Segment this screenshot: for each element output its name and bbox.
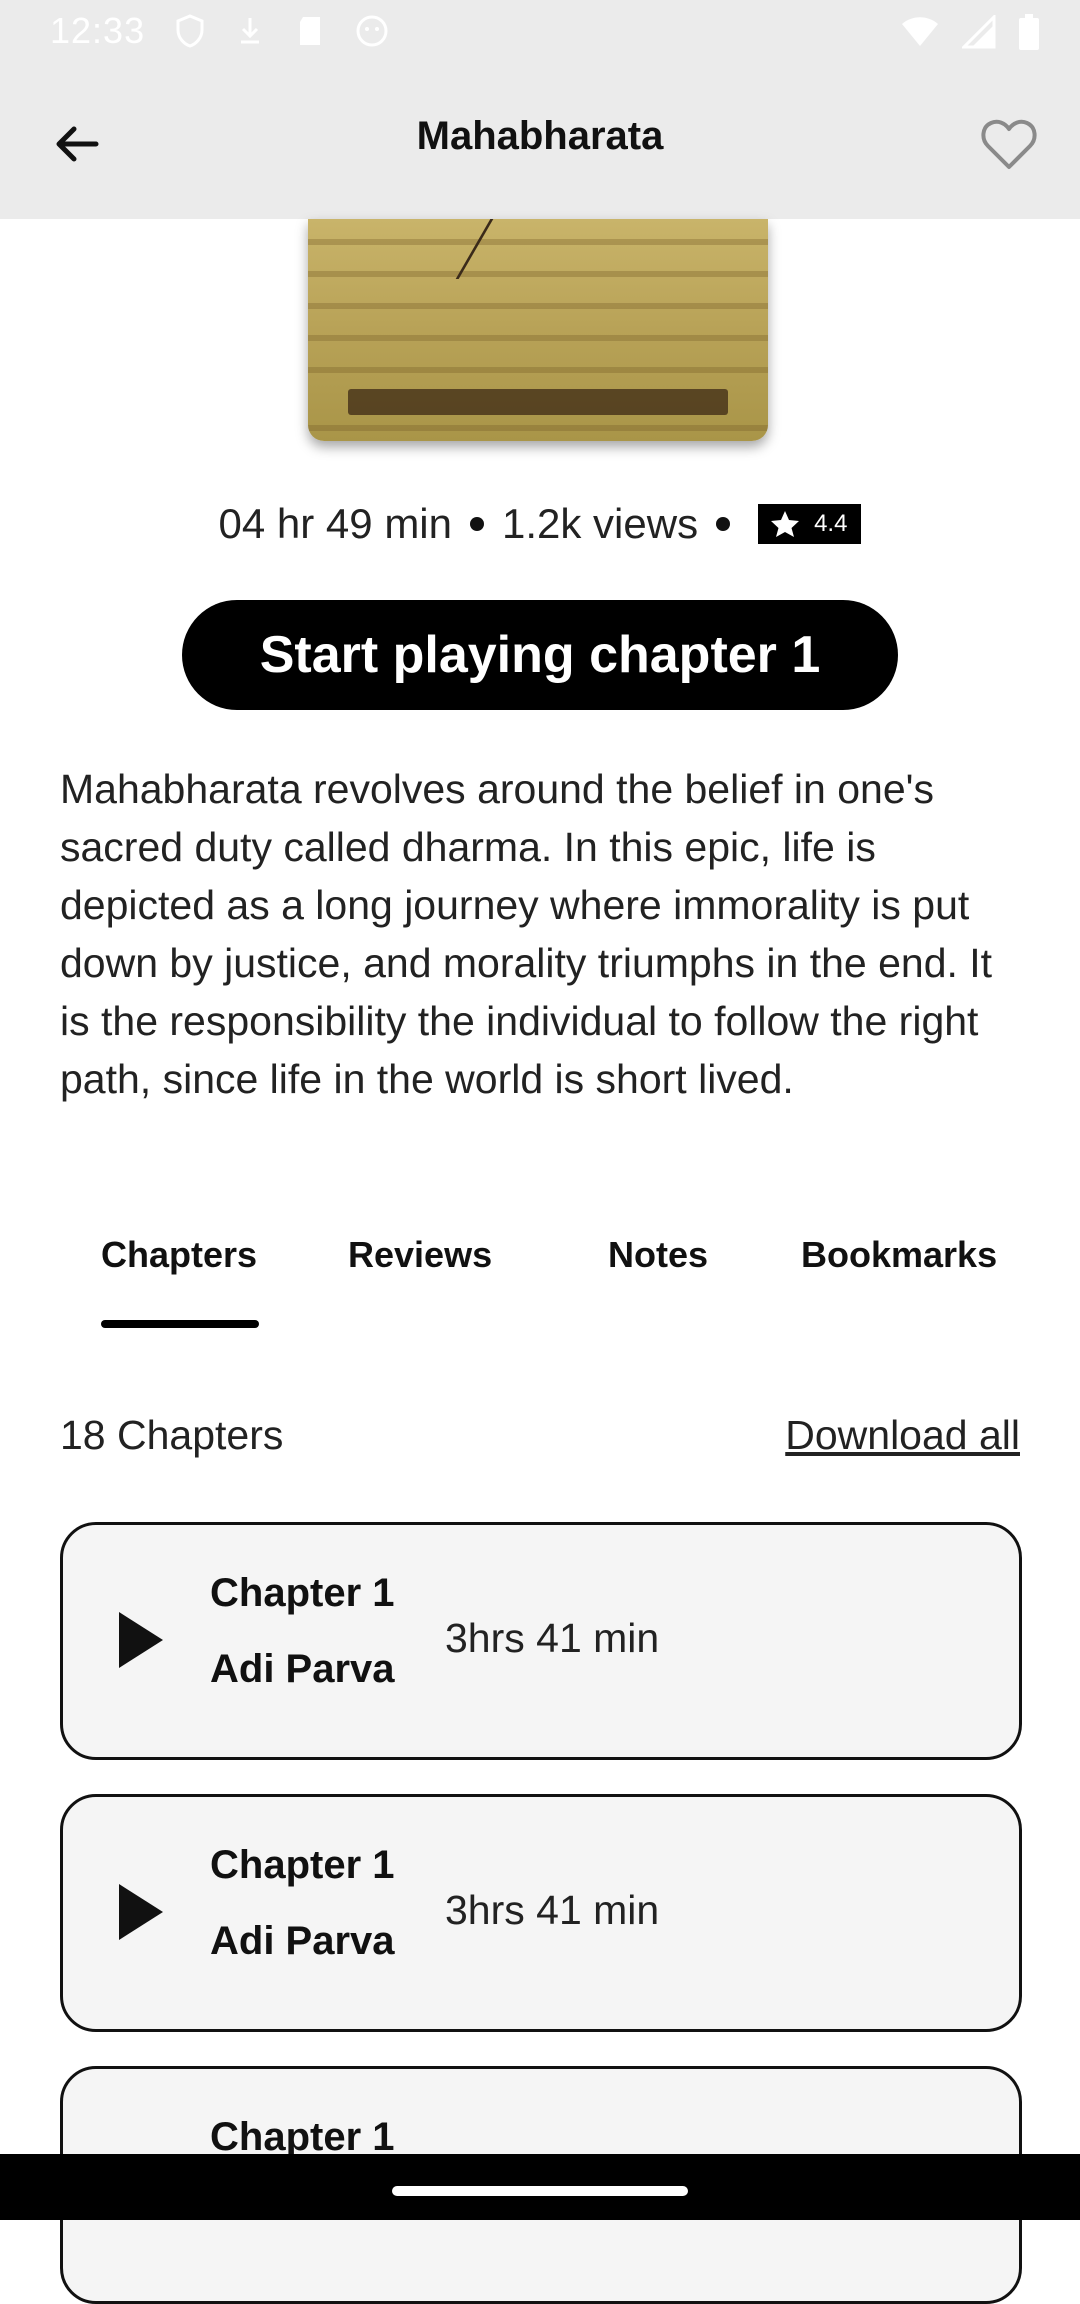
wifi-icon xyxy=(902,17,938,46)
rating-badge: 4.4 xyxy=(758,504,862,544)
play-icon[interactable] xyxy=(115,1882,165,1942)
tab-bookmarks[interactable]: Bookmarks xyxy=(801,1234,997,1276)
book-cover-image xyxy=(308,219,768,441)
page-title: Mahabharata xyxy=(416,114,664,158)
download-all-link[interactable]: Download all xyxy=(785,1412,1020,1459)
chapter-duration: 3hrs 41 min xyxy=(445,1887,660,1933)
chapter-card[interactable]: Chapter 1 Adi Parva 3hrs 41 min xyxy=(60,1794,1022,2032)
cover-title-band xyxy=(348,389,728,415)
system-nav-bar xyxy=(0,2154,1080,2220)
chapters-header: 18 Chapters Download all xyxy=(60,1412,1020,1472)
shield-icon xyxy=(176,14,204,48)
chapter-card[interactable]: Chapter 1 Adi Parva 3hrs 41 min xyxy=(60,1522,1022,1760)
home-gesture-handle[interactable] xyxy=(392,2186,688,2196)
view-count: 1.2k views xyxy=(502,500,699,547)
book-meta: 04 hr 49 min 1.2k views 4.4 xyxy=(0,494,1080,554)
tab-notes[interactable]: Notes xyxy=(608,1234,708,1276)
chapter-title: Chapter 1 xyxy=(210,1843,395,1887)
chapter-subtitle: Adi Parva xyxy=(210,1647,395,1691)
chapter-duration: 3hrs 41 min xyxy=(445,1615,660,1661)
chapter-subtitle: Adi Parva xyxy=(210,1919,395,1963)
sd-card-icon xyxy=(300,17,320,45)
chapter-title: Chapter 1 xyxy=(210,1571,395,1615)
battery-icon xyxy=(1019,14,1039,50)
face-icon xyxy=(356,15,388,47)
total-duration: 04 hr 49 min xyxy=(218,500,452,547)
heart-icon xyxy=(981,119,1037,169)
signal-icon xyxy=(962,15,996,49)
status-time: 12:33 xyxy=(50,10,146,51)
favorite-button[interactable] xyxy=(974,110,1044,180)
tab-bar: Chapters Reviews Notes Bookmarks xyxy=(0,1210,1080,1330)
star-icon xyxy=(771,511,800,537)
download-icon xyxy=(241,18,259,44)
app-bar: Mahabharata xyxy=(0,66,1080,219)
system-icons xyxy=(900,14,1040,50)
start-playing-button[interactable]: Start playing chapter 1 xyxy=(182,600,898,710)
play-icon[interactable] xyxy=(115,1610,165,1670)
separator-dot xyxy=(470,517,484,531)
tab-reviews[interactable]: Reviews xyxy=(348,1234,492,1276)
active-tab-indicator xyxy=(101,1320,259,1328)
notification-icons xyxy=(175,14,389,48)
chapters-count: 18 Chapters xyxy=(60,1412,284,1458)
book-description: Mahabharata revolves around the belief i… xyxy=(60,766,993,1102)
separator-dot xyxy=(716,517,731,531)
rating-value: 4.4 xyxy=(814,510,848,537)
tab-chapters[interactable]: Chapters xyxy=(101,1234,257,1276)
status-bar: 12:33 xyxy=(0,0,1080,66)
